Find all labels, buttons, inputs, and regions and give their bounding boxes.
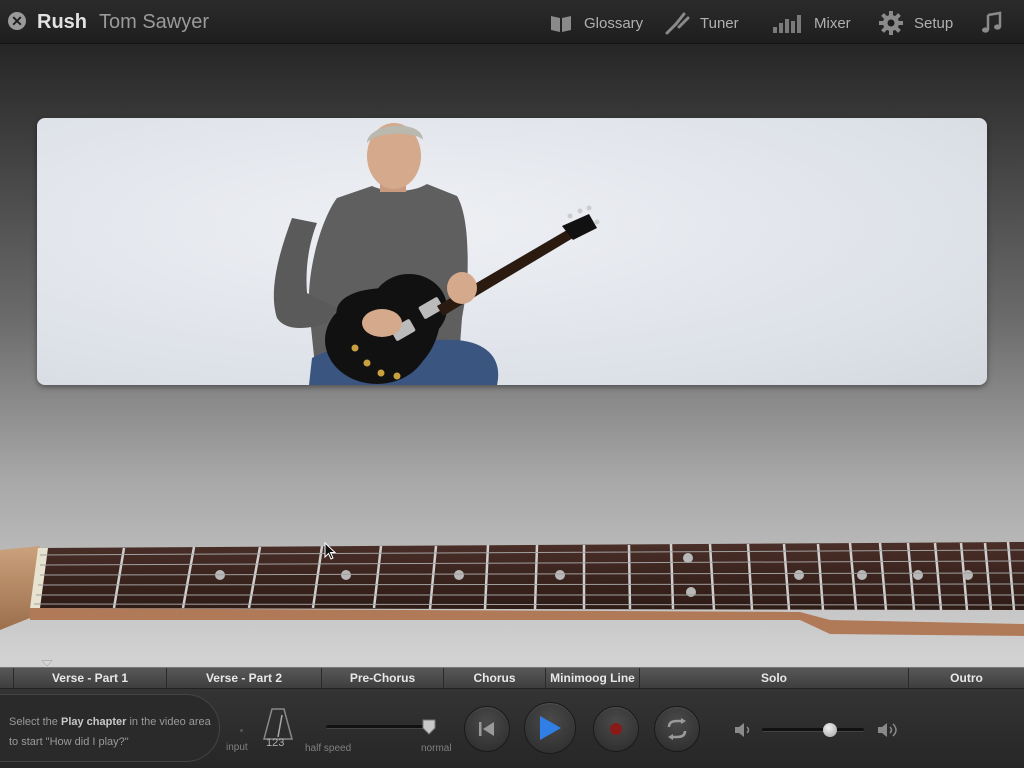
play-icon xyxy=(540,716,561,740)
transport-controls: Select the Play chapter in the video are… xyxy=(0,689,1024,768)
mouse-cursor xyxy=(324,542,336,560)
nav-mixer[interactable]: Mixer xyxy=(772,9,851,37)
chapter-edge xyxy=(0,668,14,689)
play-button[interactable] xyxy=(524,702,576,754)
hint-message: Select the Play chapter in the video are… xyxy=(0,694,220,762)
loop-button[interactable] xyxy=(654,706,700,752)
chapter-bar: Verse - Part 1 Verse - Part 2 Pre-Chorus… xyxy=(0,667,1024,689)
speed-slider[interactable] xyxy=(326,725,433,729)
skip-back-icon xyxy=(479,722,494,736)
speed-slider-knob[interactable] xyxy=(422,719,436,735)
chapter-verse-part-2[interactable]: Verse - Part 2 xyxy=(167,668,322,689)
volume-slider[interactable] xyxy=(762,728,864,732)
mixer-icon xyxy=(772,10,804,36)
fretboard[interactable] xyxy=(0,530,1024,645)
volume-slider-knob[interactable] xyxy=(823,723,837,737)
speed-min-label: half speed xyxy=(305,743,352,754)
speed-max-label: normal xyxy=(421,743,452,754)
nav-label: Setup xyxy=(914,14,954,32)
metronome-icon xyxy=(263,708,293,740)
close-icon[interactable]: ✕ xyxy=(8,12,26,30)
input-label: input xyxy=(226,742,248,753)
record-icon xyxy=(610,723,622,735)
chapter-verse-part-1[interactable]: Verse - Part 1 xyxy=(14,668,167,689)
nav-label: Glossary xyxy=(584,14,644,32)
music-notes-icon xyxy=(980,10,1006,36)
lesson-video[interactable] xyxy=(37,118,987,385)
gear-icon xyxy=(878,10,904,36)
nav-music[interactable] xyxy=(980,9,1006,37)
volume-high-icon xyxy=(878,723,897,737)
loop-icon xyxy=(667,718,687,740)
chapter-outro[interactable]: Outro xyxy=(909,668,1024,689)
volume-low-icon xyxy=(735,723,750,737)
rewind-button[interactable] xyxy=(464,706,510,752)
chapter-chorus[interactable]: Chorus xyxy=(444,668,546,689)
nav-tuner[interactable]: Tuner xyxy=(664,9,739,37)
tuning-fork-icon xyxy=(664,10,690,36)
input-indicator xyxy=(240,729,243,732)
song-title: Tom Sawyer xyxy=(99,11,210,33)
guitarist-image xyxy=(273,123,600,385)
nav-setup[interactable]: Setup xyxy=(878,9,953,37)
book-icon xyxy=(548,10,574,36)
chapter-pre-chorus[interactable]: Pre-Chorus xyxy=(322,668,444,689)
chapter-solo[interactable]: Solo xyxy=(640,668,909,689)
metronome-label: 123 xyxy=(266,737,285,749)
record-button[interactable] xyxy=(593,706,639,752)
nav-glossary[interactable]: Glossary xyxy=(548,9,643,37)
artist-name: Rush xyxy=(37,11,87,33)
metronome-button[interactable]: 123 xyxy=(262,707,294,753)
chapter-minimoog-line[interactable]: Minimoog Line xyxy=(546,668,640,689)
nav-label: Mixer xyxy=(814,14,851,32)
nav-label: Tuner xyxy=(700,14,739,32)
top-bar: ✕ Rush Tom Sawyer Glossary Tuner Mixer S… xyxy=(0,0,1024,44)
